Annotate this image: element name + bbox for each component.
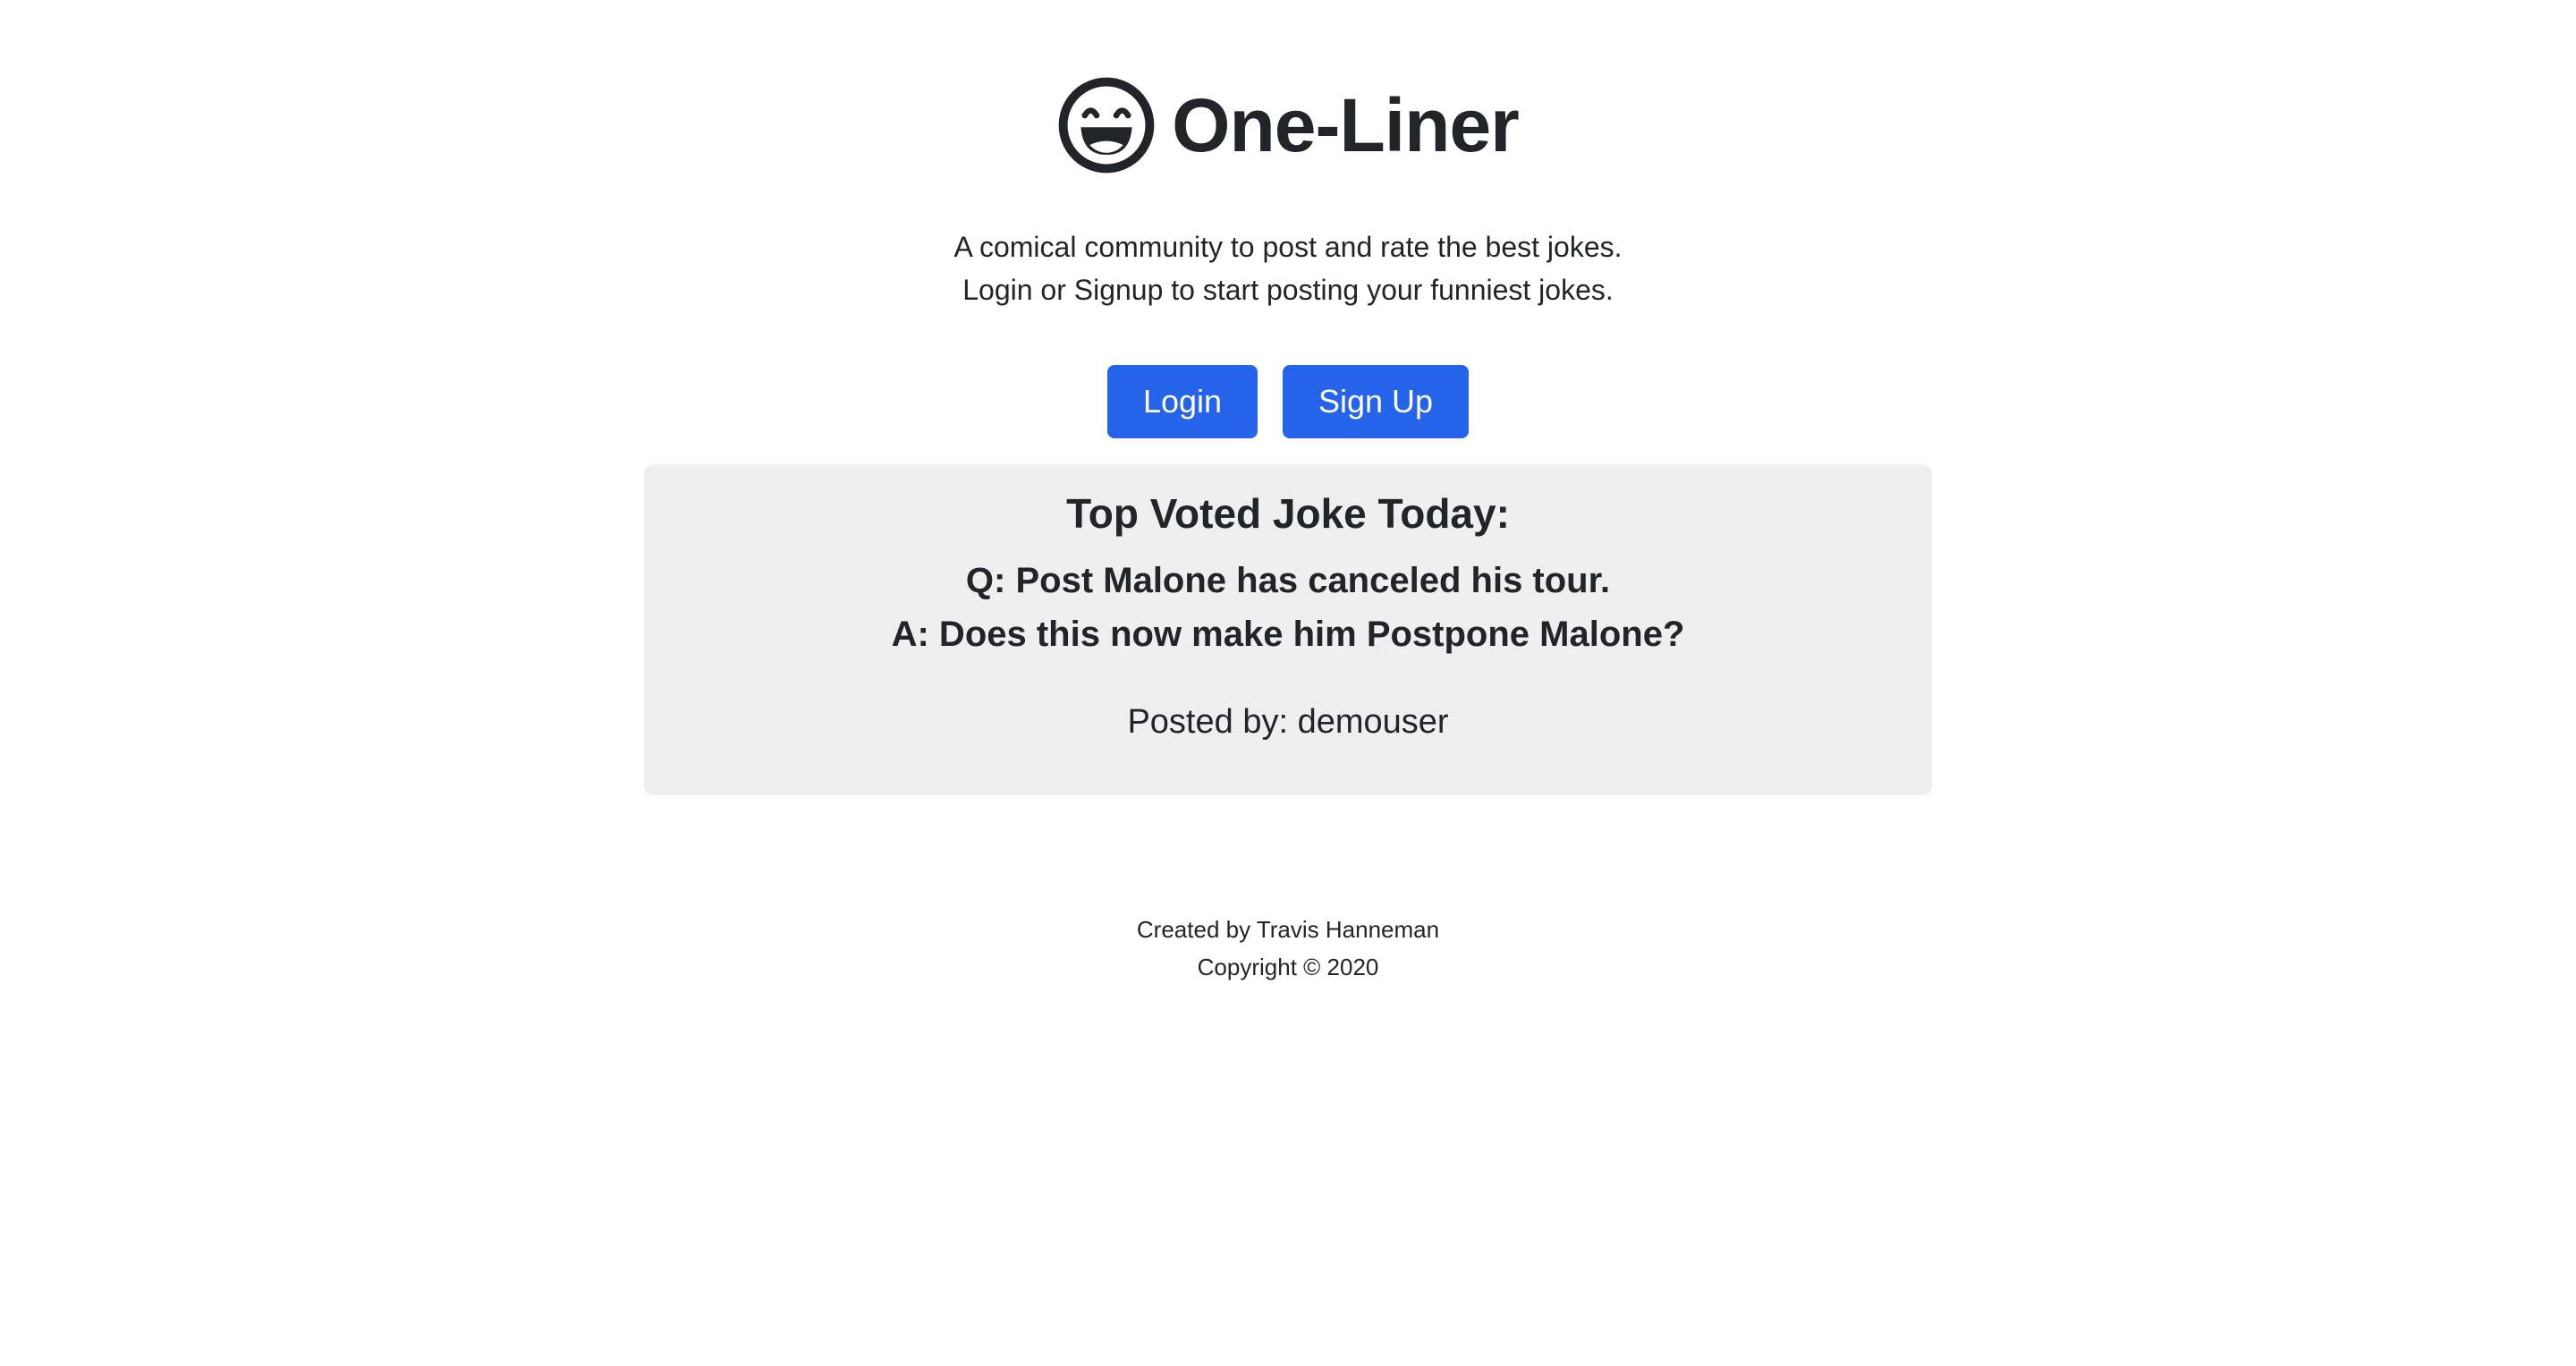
login-button[interactable]: Login	[1107, 365, 1258, 438]
top-joke-heading: Top Voted Joke Today:	[1066, 490, 1510, 537]
auth-actions: Login Sign Up	[0, 365, 2576, 438]
tagline-line-2: Login or Signup to start posting your fu…	[962, 274, 1614, 306]
top-joke-card: Top Voted Joke Today: Q: Post Malone has…	[644, 464, 1932, 795]
joke-author: Posted by: demouser	[1127, 703, 1449, 741]
brand-header: One-Liner	[0, 72, 2576, 179]
tagline: A comical community to post and rate the…	[0, 225, 2576, 311]
footer-copyright: Copyright © 2020	[1197, 954, 1379, 980]
footer-credit: Created by Travis Hanneman	[1136, 916, 1440, 943]
signup-button[interactable]: Sign Up	[1283, 365, 1469, 438]
grinning-face-icon	[1058, 77, 1155, 174]
joke-answer: A: Does this now make him Postpone Malon…	[891, 615, 1685, 654]
tagline-line-1: A comical community to post and rate the…	[953, 231, 1623, 263]
page: One-Liner A comical community to post an…	[0, 0, 2576, 1366]
footer: Created by Travis Hanneman Copyright © 2…	[0, 911, 2576, 986]
joke-question: Q: Post Malone has canceled his tour.	[965, 561, 1611, 600]
site-title: One-Liner	[1172, 83, 1520, 167]
